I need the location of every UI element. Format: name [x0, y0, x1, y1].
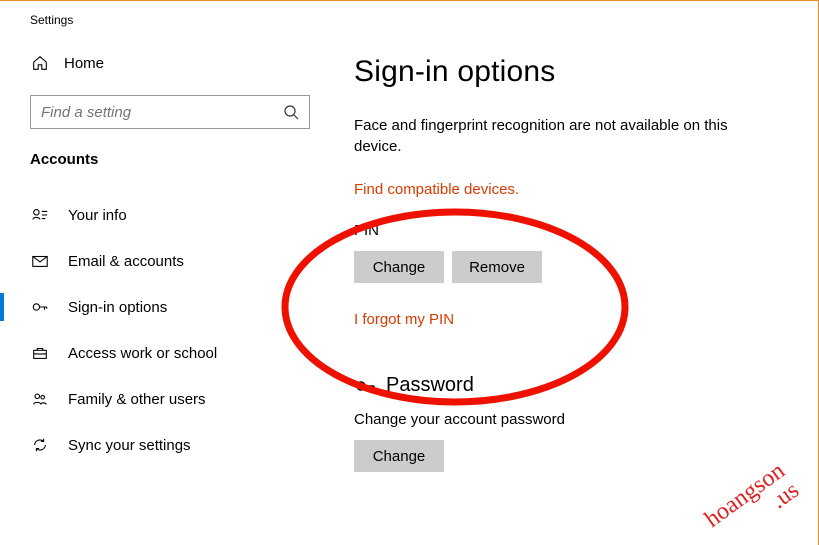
forgot-pin-link[interactable]: I forgot my PIN	[354, 311, 454, 328]
password-heading-row: Password	[354, 374, 788, 397]
pin-remove-button[interactable]: Remove	[452, 251, 542, 283]
key-icon	[30, 297, 50, 317]
key-icon	[354, 375, 376, 397]
password-desc: Change your account password	[354, 411, 788, 428]
briefcase-icon	[30, 343, 50, 363]
nav-signin[interactable]: Sign-in options	[16, 284, 294, 330]
password-heading: Password	[386, 374, 474, 397]
nav-email[interactable]: Email & accounts	[16, 238, 294, 284]
search-box[interactable]	[30, 95, 310, 129]
nav-label: Access work or school	[68, 345, 217, 362]
password-buttons: Change	[354, 440, 788, 472]
nav-work-school[interactable]: Access work or school	[16, 330, 294, 376]
hello-unavailable-text: Face and fingerprint recognition are not…	[354, 115, 774, 157]
nav-family[interactable]: Family & other users	[16, 376, 294, 422]
page-title: Sign-in options	[354, 55, 788, 89]
find-devices-link[interactable]: Find compatible devices.	[354, 181, 519, 198]
section-accounts: Accounts	[16, 129, 294, 182]
nav-label: Sign-in options	[68, 299, 167, 316]
password-change-button[interactable]: Change	[354, 440, 444, 472]
settings-window: Settings Home Accounts	[0, 0, 819, 545]
pin-heading: PIN	[354, 222, 788, 239]
search-icon	[283, 104, 299, 120]
main-panel: Sign-in options Face and fingerprint rec…	[310, 27, 818, 539]
home-icon	[30, 53, 50, 73]
home-label: Home	[64, 55, 104, 72]
person-card-icon	[30, 205, 50, 225]
pin-change-button[interactable]: Change	[354, 251, 444, 283]
nav-list: Your info Email & accounts	[16, 192, 294, 468]
search-input[interactable]	[41, 104, 283, 121]
nav-label: Email & accounts	[68, 253, 184, 270]
sidebar: Home Accounts	[0, 27, 310, 539]
content-area: Home Accounts	[0, 27, 818, 539]
people-icon	[30, 389, 50, 409]
nav-label: Family & other users	[68, 391, 206, 408]
nav-label: Sync your settings	[68, 437, 191, 454]
sync-icon	[30, 435, 50, 455]
nav-sync[interactable]: Sync your settings	[16, 422, 294, 468]
mail-icon	[30, 251, 50, 271]
home-nav[interactable]: Home	[16, 47, 294, 79]
pin-buttons: Change Remove	[354, 251, 788, 283]
nav-your-info[interactable]: Your info	[16, 192, 294, 238]
nav-label: Your info	[68, 207, 127, 224]
window-title: Settings	[0, 1, 818, 27]
